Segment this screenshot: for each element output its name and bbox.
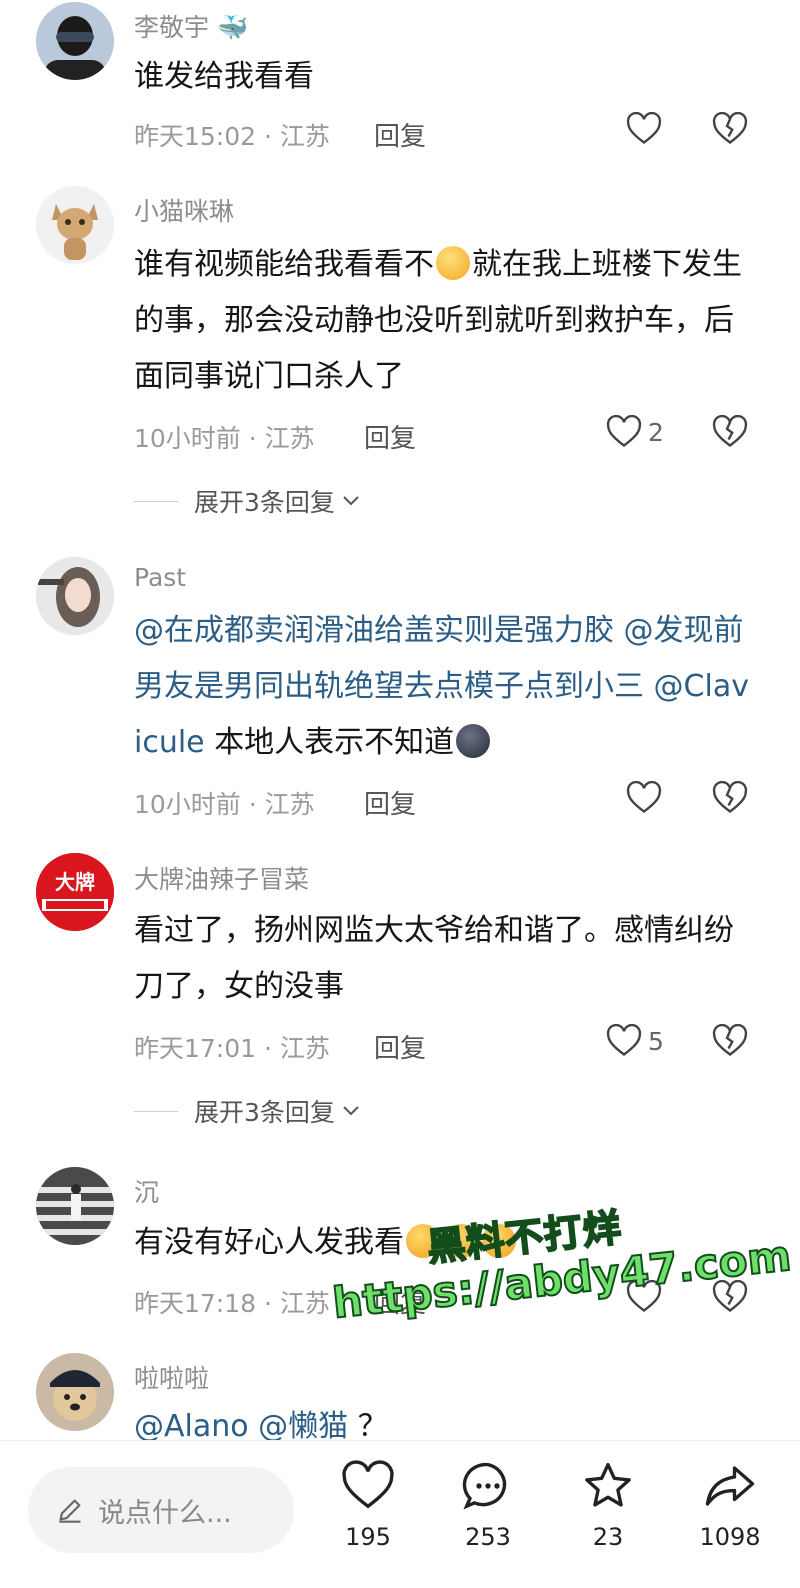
avatar[interactable]: [36, 186, 114, 264]
avatar[interactable]: [36, 2, 114, 80]
reply-button[interactable]: 回复: [364, 784, 416, 821]
avatar-dog-image: [36, 1353, 114, 1431]
dislike-button[interactable]: [712, 1024, 748, 1058]
comment-input[interactable]: 说点什么...: [28, 1467, 294, 1553]
mention-link[interactable]: @懒猫: [258, 1409, 348, 1440]
emoji-icon: [436, 246, 470, 280]
comment-username[interactable]: 大牌油辣子冒菜: [134, 860, 309, 896]
comment-bubble-icon: [462, 1462, 507, 1510]
like-count: 5: [648, 1026, 664, 1056]
divider-line: [134, 500, 178, 502]
comment-input-placeholder: 说点什么...: [98, 1497, 232, 1529]
comment-time-location: 10小时前 · 江苏: [134, 424, 315, 453]
avatar[interactable]: [36, 557, 114, 635]
like-button[interactable]: 5: [606, 1024, 664, 1058]
emoji-icon: [456, 724, 491, 758]
heart-icon: [626, 781, 662, 814]
comment-time-location: 昨天17:18 · 江苏: [134, 1289, 330, 1318]
heart-icon: [606, 1024, 642, 1057]
comment-time-location: 昨天17:01 · 江苏: [134, 1034, 330, 1063]
divider-line: [134, 1110, 178, 1112]
like-count: 2: [648, 417, 664, 447]
mention-link[interactable]: @Alano: [134, 1409, 249, 1440]
comment-username[interactable]: 沉: [134, 1173, 159, 1209]
comment-text: 看过了，扬州网监大太爷给和谐了。感情纠纷刀了，女的没事: [134, 913, 734, 1004]
expand-replies-button[interactable]: 展开3条回复: [134, 483, 361, 519]
comment-time-location: 10小时前 · 江苏: [134, 790, 315, 819]
comment-username[interactable]: 啦啦啦: [134, 1359, 209, 1395]
comment-count: 253: [465, 1523, 511, 1551]
heart-icon: [626, 112, 662, 145]
reply-button[interactable]: 回复: [374, 116, 426, 153]
like-post-button[interactable]: 195: [318, 1459, 418, 1551]
comment-text: 谁发给我看看: [134, 59, 314, 94]
watermark: 黑料不打烊 https://abdy47.com: [324, 1173, 794, 1356]
chevron-down-icon: [343, 496, 359, 506]
avatar-girl-image: [36, 557, 114, 635]
comment-username[interactable]: 小猫咪琳: [134, 192, 234, 228]
avatar-cat-image: [36, 186, 114, 264]
mention-link[interactable]: @在成都卖润滑油给盖实则是强力胶: [134, 613, 614, 648]
share-button[interactable]: 1098: [680, 1459, 780, 1551]
avatar-logo-text: 大牌: [55, 870, 95, 894]
favorite-count: 23: [592, 1523, 624, 1551]
dislike-button[interactable]: [712, 112, 748, 146]
like-button[interactable]: [626, 781, 668, 815]
like-count: 195: [345, 1523, 391, 1551]
comment-text: @Alano @懒猫 ？: [134, 1399, 754, 1440]
pencil-icon: [59, 1499, 81, 1523]
avatar-crosswalk-image: [36, 1167, 114, 1245]
reply-button[interactable]: 回复: [374, 1028, 426, 1065]
avatar[interactable]: [36, 1167, 114, 1245]
comments-button[interactable]: 253: [438, 1459, 538, 1551]
expand-replies-label: 展开3条回复: [194, 1098, 335, 1127]
avatar-brand-logo: 大牌: [36, 853, 114, 931]
favorite-button[interactable]: 23: [558, 1459, 658, 1551]
comment-username[interactable]: Past: [134, 563, 186, 592]
dislike-button[interactable]: [712, 415, 748, 449]
broken-heart-icon: [712, 1024, 748, 1057]
comment-text: 谁有视频能给我看看不 就在我上班楼下发生的事，那会没动静也没听到就听到救护车，后面…: [134, 246, 742, 394]
comment-time-location: 昨天15:02 · 江苏: [134, 122, 330, 151]
like-button[interactable]: 2: [606, 415, 664, 449]
share-arrow-icon: [705, 1466, 755, 1506]
avatar-skier-image: [36, 2, 114, 80]
avatar[interactable]: 大牌: [36, 853, 114, 931]
broken-heart-icon: [712, 781, 748, 814]
comment-username[interactable]: 李敬宇 🐳: [134, 8, 248, 44]
avatar[interactable]: [36, 1353, 114, 1431]
like-button[interactable]: [626, 112, 668, 146]
expand-replies-label: 展开3条回复: [194, 488, 335, 517]
share-count: 1098: [699, 1523, 761, 1551]
heart-icon: [606, 415, 642, 448]
dislike-button[interactable]: [712, 781, 748, 815]
heart-icon: [342, 1460, 394, 1509]
broken-heart-icon: [712, 112, 748, 145]
bottom-action-bar: 说点什么... 195 253 23 1098: [0, 1440, 800, 1588]
reply-button[interactable]: 回复: [364, 418, 416, 455]
broken-heart-icon: [712, 415, 748, 448]
comment-text: @在成都卖润滑油给盖实则是强力胶 @发现前男友是男同出轨绝望去点模子点到小三 @…: [134, 613, 749, 760]
chevron-down-icon: [343, 1106, 359, 1116]
expand-replies-button[interactable]: 展开3条回复: [134, 1093, 361, 1129]
star-icon: [585, 1462, 631, 1507]
